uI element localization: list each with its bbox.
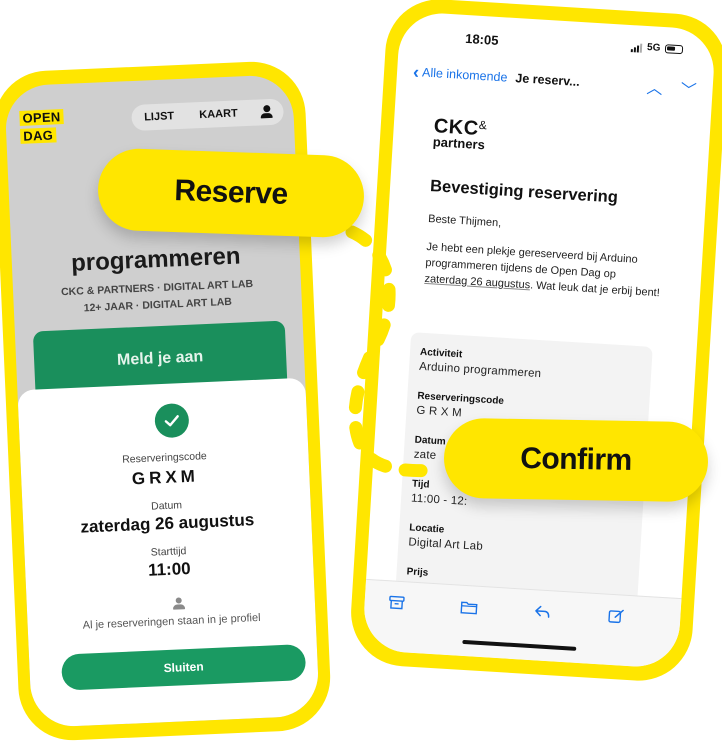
reserve-callout: Reserve [96,147,366,239]
reserve-callout-label: Reserve [173,174,289,211]
confirm-callout: Confirm [443,417,709,503]
confirm-callout-label: Confirm [519,442,633,477]
flow-connector [345,225,447,478]
